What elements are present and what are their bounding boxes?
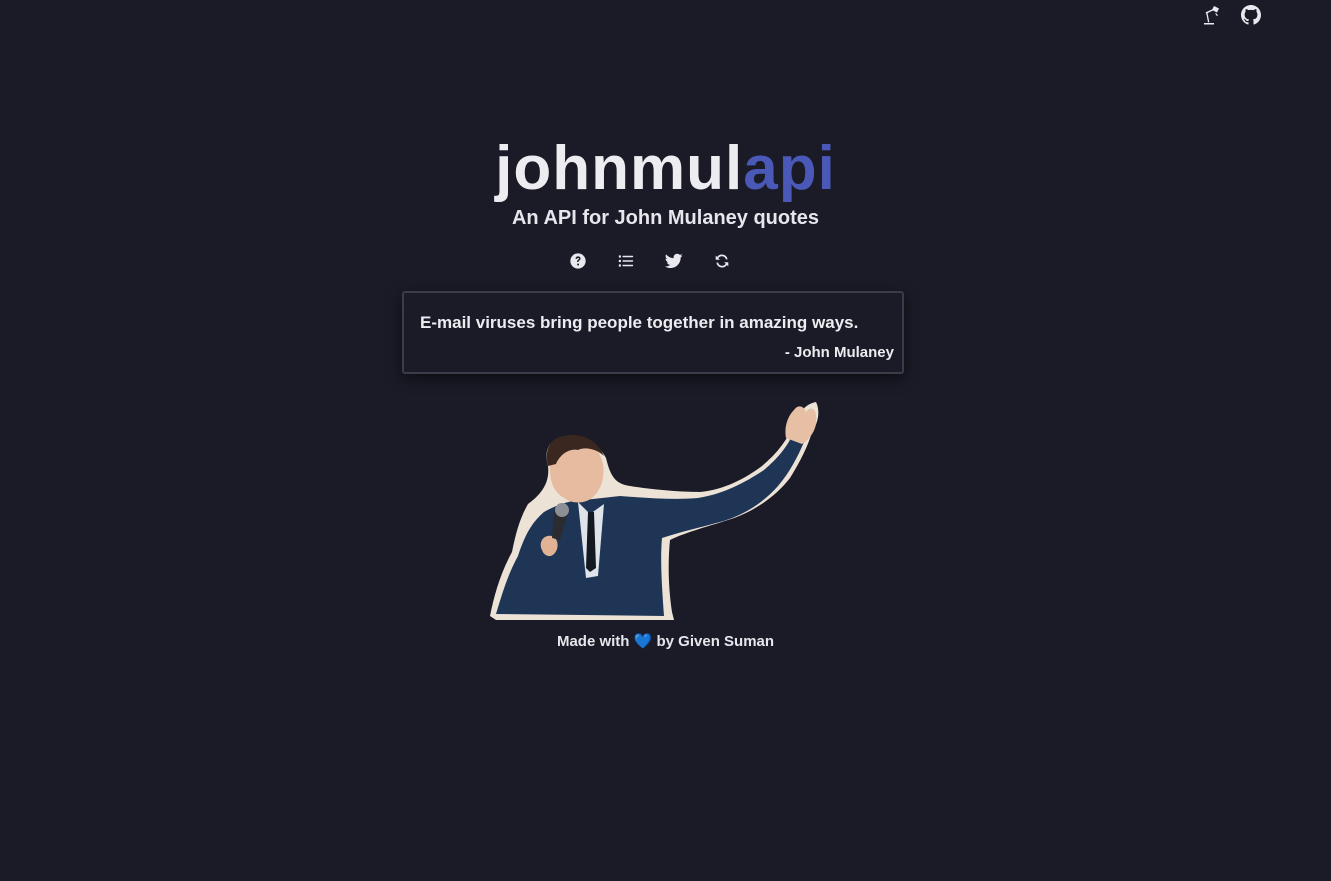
heart-icon: 💙	[633, 633, 653, 650]
title-part-johnmul: johnmul	[495, 134, 744, 203]
app-subtitle: An API for John Mulaney quotes	[511, 207, 820, 229]
quote-card: E-mail viruses bring people together in …	[402, 291, 904, 374]
title-part-api: api	[743, 134, 836, 203]
top-bar	[1201, 4, 1261, 26]
hero: johnmulapi An API for John Mulaney quote…	[0, 136, 1331, 230]
github-icon[interactable]	[1241, 4, 1261, 26]
lamp-icon[interactable]	[1201, 4, 1221, 26]
refresh-icon[interactable]	[713, 251, 731, 271]
app-title: johnmulapi	[0, 136, 1331, 202]
john-mulaney-sticker-image	[490, 402, 819, 620]
footer-prefix: Made with	[556, 633, 630, 650]
list-icon[interactable]	[617, 251, 635, 271]
footer-credit: Made with 💙 by Given Suman	[0, 632, 1331, 650]
quote-text: E-mail viruses bring people together in …	[420, 313, 859, 332]
footer-author: by Given Suman	[656, 633, 775, 650]
help-icon[interactable]	[569, 251, 587, 271]
action-nav	[569, 251, 731, 271]
quote-author: - John Mulaney	[784, 344, 894, 361]
twitter-icon[interactable]	[665, 251, 683, 271]
